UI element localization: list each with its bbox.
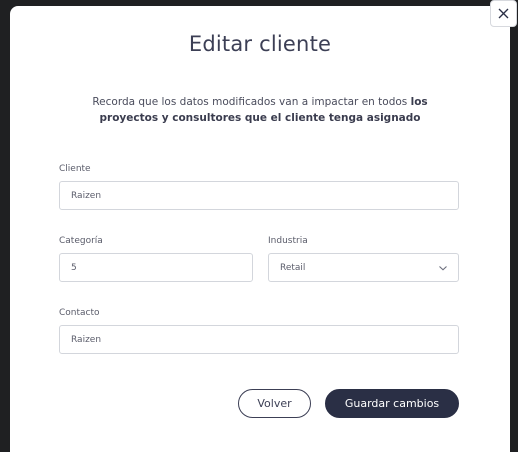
industria-value: Retail xyxy=(280,262,306,273)
close-icon xyxy=(498,8,509,19)
edit-client-modal: Editar cliente Recorda que los datos mod… xyxy=(10,6,510,452)
cliente-label: Cliente xyxy=(59,164,91,174)
back-button[interactable]: Volver xyxy=(238,389,311,418)
modal-description: Recorda que los datos modificados van a … xyxy=(80,94,440,126)
description-text: Recorda que los datos modificados van a … xyxy=(92,96,411,108)
categoria-value: 5 xyxy=(71,262,77,273)
cliente-input[interactable]: Raizen xyxy=(59,181,459,210)
contacto-label: Contacto xyxy=(59,308,100,318)
cliente-value: Raizen xyxy=(71,190,102,201)
save-changes-button[interactable]: Guardar cambios xyxy=(325,389,459,418)
close-button[interactable] xyxy=(490,0,517,27)
categoria-label: Categoría xyxy=(59,236,103,246)
categoria-input[interactable]: 5 xyxy=(59,253,253,282)
contacto-input[interactable]: Raizen xyxy=(59,325,459,354)
modal-title: Editar cliente xyxy=(188,32,332,56)
screen: Editar cliente Recorda que los datos mod… xyxy=(0,0,518,452)
contacto-value: Raizen xyxy=(71,334,102,345)
chevron-down-icon xyxy=(439,266,447,271)
industria-label: Industria xyxy=(268,236,308,246)
industria-select[interactable]: Retail xyxy=(268,253,459,282)
